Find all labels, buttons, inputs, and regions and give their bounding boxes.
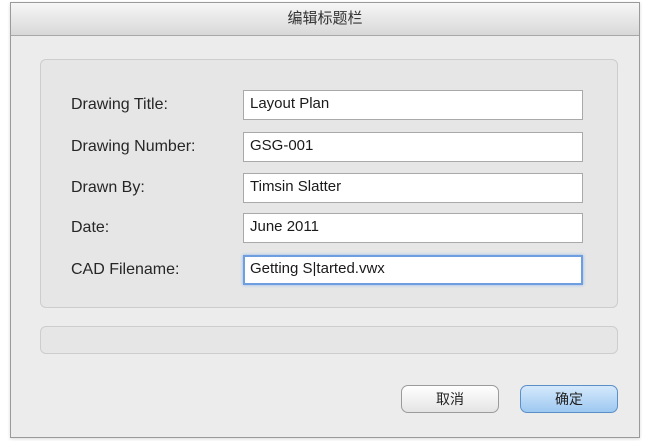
cad-filename-row: CAD Filename: Getting S|tarted.vwx — [41, 255, 617, 287]
cad-filename-input[interactable]: Getting S|tarted.vwx — [243, 255, 583, 285]
date-row: Date: June 2011 — [41, 213, 617, 245]
cad-filename-label: CAD Filename: — [71, 261, 180, 278]
date-input[interactable]: June 2011 — [243, 213, 583, 243]
edit-title-block-dialog: 编辑标题栏 Drawing Title: Layout Plan Drawing… — [10, 2, 640, 438]
drawn-by-row: Drawn By: Timsin Slatter — [41, 173, 617, 205]
dialog-title: 编辑标题栏 — [11, 3, 639, 36]
drawing-title-input[interactable]: Layout Plan — [243, 90, 583, 120]
cancel-button[interactable]: 取消 — [401, 385, 499, 413]
drawing-number-label: Drawing Number: — [71, 138, 196, 155]
drawing-number-row: Drawing Number: GSG-001 — [41, 132, 617, 164]
drawing-title-label: Drawing Title: — [71, 96, 168, 113]
status-bar — [40, 326, 618, 354]
ok-button[interactable]: 确定 — [520, 385, 618, 413]
date-label: Date: — [71, 219, 110, 236]
drawn-by-input[interactable]: Timsin Slatter — [243, 173, 583, 203]
drawn-by-label: Drawn By: — [71, 179, 145, 196]
drawing-title-row: Drawing Title: Layout Plan — [41, 90, 617, 122]
drawing-number-input[interactable]: GSG-001 — [243, 132, 583, 162]
title-block-fields-group: Drawing Title: Layout Plan Drawing Numbe… — [40, 59, 618, 308]
